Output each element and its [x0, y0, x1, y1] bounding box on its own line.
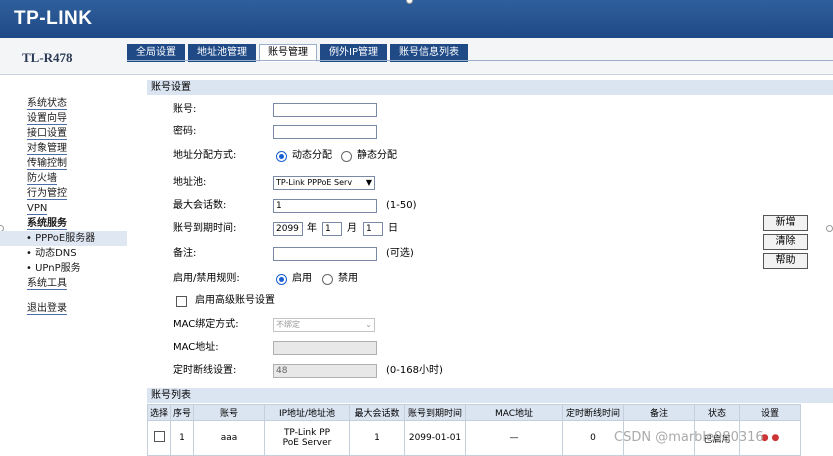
- col-expiry: 账号到期时间: [404, 404, 466, 421]
- mac-input: [273, 341, 377, 355]
- month-unit: 月: [347, 223, 357, 234]
- sidebar-item-objects[interactable]: 对象管理: [0, 141, 127, 156]
- rule-disable-label: 禁用: [338, 273, 358, 284]
- sidebar-item-logout[interactable]: 退出登录: [0, 301, 127, 316]
- mac-bind-select: 不绑定 ⌄: [273, 318, 375, 332]
- year-unit: 年: [307, 223, 317, 234]
- frame-handle: [826, 225, 833, 232]
- row-select-checkbox[interactable]: [153, 431, 165, 442]
- expiry-month-input[interactable]: 1: [322, 222, 342, 236]
- col-status: 状态: [694, 404, 740, 421]
- alloc-dynamic-label: 动态分配: [292, 150, 332, 161]
- row-account: aaa: [193, 420, 265, 456]
- col-note: 备注: [623, 404, 695, 421]
- sidebar-item-system-tools[interactable]: 系统工具: [0, 276, 127, 291]
- col-select: 选择: [147, 404, 171, 421]
- delete-icon[interactable]: ●: [771, 433, 779, 443]
- expiry-year-input[interactable]: 2099: [273, 222, 303, 236]
- help-button[interactable]: 帮助: [763, 253, 808, 269]
- pool-select[interactable]: TP-Link PPPoE Serv ▼: [273, 176, 375, 190]
- note-label: 备注:: [173, 248, 197, 259]
- col-timeout: 定时断线时间: [562, 404, 624, 421]
- alloc-label: 地址分配方式:: [173, 150, 237, 161]
- timeout-hint: (0-168小时): [386, 365, 443, 376]
- sidebar-item-ddns[interactable]: • 动态DNS: [0, 246, 127, 261]
- sidebar-item-setup-wizard[interactable]: 设置向导: [0, 111, 127, 126]
- expiry-day-input[interactable]: 1: [363, 222, 383, 236]
- sidebar-item-pppoe-server[interactable]: • PPPoE服务器: [0, 231, 127, 246]
- col-account: 账号: [193, 404, 265, 421]
- sidebar: 系统状态 设置向导 接口设置 对象管理 传输控制 防火墙 行为管控 VPN 系统…: [0, 96, 127, 316]
- col-max-sessions: 最大会话数: [349, 404, 405, 421]
- day-unit: 日: [388, 223, 398, 234]
- password-label: 密码:: [173, 126, 197, 137]
- advanced-settings-label: 启用高级账号设置: [195, 295, 275, 306]
- account-input[interactable]: [273, 103, 377, 117]
- advanced-settings-checkbox[interactable]: [176, 296, 187, 307]
- account-settings-header: 账号设置: [147, 80, 833, 95]
- sidebar-item-interface[interactable]: 接口设置: [0, 126, 127, 141]
- chevron-down-icon: ⌄: [365, 320, 372, 329]
- model-name: TL-R478: [22, 50, 73, 65]
- rule-label: 启用/禁用规则:: [173, 273, 240, 284]
- alloc-static-label: 静态分配: [357, 150, 397, 161]
- mac-bind-label: MAC绑定方式:: [173, 319, 239, 330]
- rule-enable-label: 启用: [292, 273, 312, 284]
- row-max-sessions: 1: [349, 420, 405, 456]
- timeout-label: 定时断线设置:: [173, 365, 237, 376]
- alloc-dynamic-radio[interactable]: [276, 151, 287, 162]
- pool-label: 地址池:: [173, 177, 207, 188]
- top-header: TP-LINK: [0, 0, 833, 38]
- max-sessions-hint: (1-50): [386, 200, 417, 211]
- row-mac: —: [465, 420, 563, 456]
- clear-button[interactable]: 清除: [763, 234, 808, 250]
- tab-bar: 全局设置 地址池管理 账号管理 例外IP管理 账号信息列表: [127, 44, 471, 62]
- chevron-down-icon: ▼: [365, 178, 372, 187]
- account-label: 账号:: [173, 104, 197, 115]
- sidebar-item-behavior-control[interactable]: 行为管控: [0, 186, 127, 201]
- tp-link-logo: TP-LINK: [14, 8, 93, 29]
- new-button[interactable]: 新增: [763, 215, 808, 231]
- note-input[interactable]: [273, 247, 377, 261]
- max-sessions-input[interactable]: 1: [273, 199, 377, 213]
- mac-label: MAC地址:: [173, 342, 219, 353]
- timeout-input: 48: [273, 364, 377, 378]
- tab-divider: [127, 60, 833, 61]
- account-list-header: 账号列表: [147, 388, 833, 403]
- password-input[interactable]: [273, 125, 377, 139]
- sidebar-item-system-services[interactable]: 系统服务: [0, 216, 127, 231]
- row-index: 1: [170, 420, 194, 456]
- sidebar-item-upnp[interactable]: • UPnP服务: [0, 261, 127, 276]
- sidebar-item-transfer-control[interactable]: 传输控制: [0, 156, 127, 171]
- watermark: CSDN @marble980316: [614, 430, 764, 445]
- rule-enable-radio[interactable]: [276, 274, 287, 285]
- col-index: 序号: [170, 404, 194, 421]
- sidebar-item-system-status[interactable]: 系统状态: [0, 96, 127, 111]
- expiry-label: 账号到期时间:: [173, 223, 237, 234]
- sidebar-item-vpn[interactable]: VPN: [0, 201, 127, 216]
- col-mac: MAC地址: [465, 404, 563, 421]
- alloc-static-radio[interactable]: [341, 151, 352, 162]
- row-expiry: 2099-01-01: [404, 420, 466, 456]
- row-ip-pool: TP-Link PP PoE Server: [264, 420, 350, 456]
- rule-disable-radio[interactable]: [322, 274, 333, 285]
- max-sessions-label: 最大会话数:: [173, 200, 227, 211]
- sidebar-item-firewall[interactable]: 防火墙: [0, 171, 127, 186]
- col-ip-pool: IP地址/地址池: [264, 404, 350, 421]
- note-hint: (可选): [386, 248, 414, 259]
- col-settings: 设置: [739, 404, 801, 421]
